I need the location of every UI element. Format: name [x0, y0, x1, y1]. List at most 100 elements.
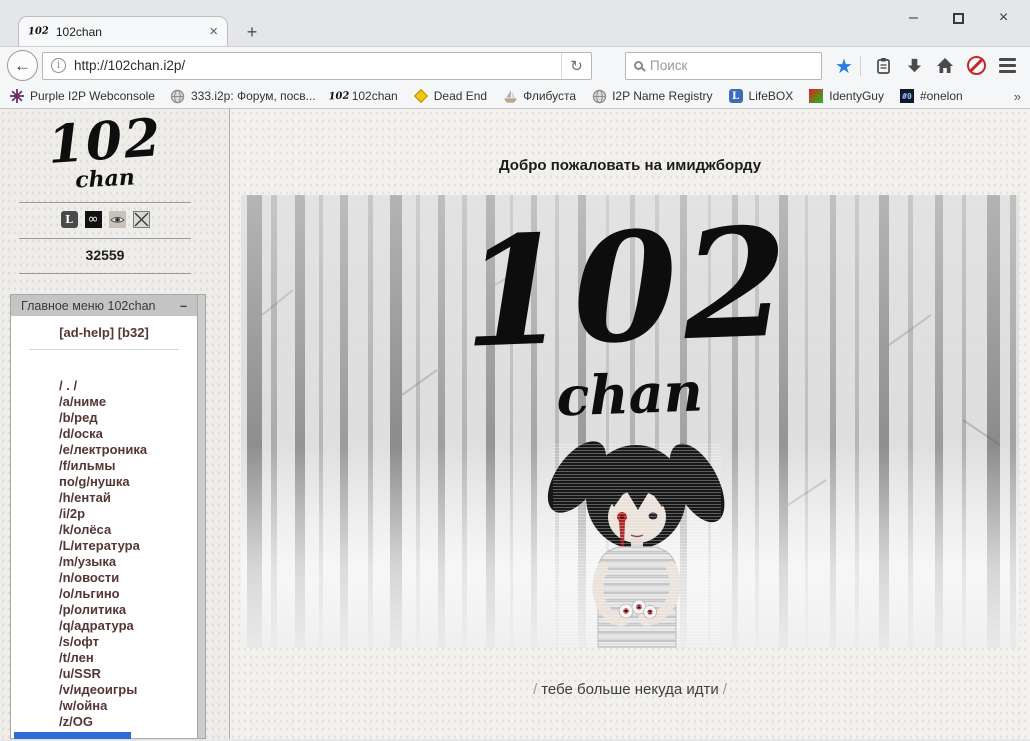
board-link[interactable]: /d/оска	[59, 426, 197, 442]
globe-icon	[591, 88, 607, 104]
clipboard-button[interactable]	[868, 50, 899, 81]
back-arrow-icon: ←	[14, 55, 31, 75]
bookmark-label: 102chan	[351, 89, 398, 103]
board-link[interactable]: /e/лектроника	[59, 442, 197, 458]
bookmark-identyguy[interactable]: IdentyGuy	[808, 88, 884, 104]
infinity-icon[interactable]: ∞	[84, 211, 102, 229]
maximize-icon	[953, 12, 964, 24]
bookmarks-toolbar: Purple I2P Webconsole 333.i2p: Форум, по…	[0, 84, 1030, 109]
site-info-icon[interactable]: i	[51, 58, 66, 73]
toolbar-separator	[859, 55, 861, 76]
globe-icon	[170, 88, 186, 104]
home-button[interactable]	[930, 50, 961, 81]
main-menu-panel: Главное меню 102chan – [ad-help] [b32] /…	[10, 294, 198, 739]
main-menu-title: Главное меню 102chan	[21, 298, 156, 313]
board-link[interactable]: /L/итература	[59, 538, 197, 554]
divider	[19, 202, 191, 204]
ad-help-link[interactable]: [ad-help]	[59, 325, 114, 340]
bookmark-label: Флибуста	[523, 89, 577, 103]
menu-button[interactable]	[992, 50, 1023, 81]
board-link[interactable]: /k/олёса	[59, 522, 197, 538]
banner-image: 102 chan	[241, 195, 1019, 648]
board-link[interactable]: /s/офт	[59, 634, 197, 650]
bookmark-label: IdentyGuy	[829, 89, 884, 103]
titlebar: 102 102chan × + – ×	[0, 0, 1030, 46]
board-link[interactable]: /m/узыка	[59, 554, 197, 570]
main-menu-header: Главное меню 102chan –	[11, 295, 197, 317]
livejournal-icon[interactable]: L	[60, 211, 78, 229]
board-link[interactable]: / . /	[59, 378, 197, 394]
clipboard-icon	[877, 58, 890, 74]
dark-square-icon: #0	[899, 88, 915, 104]
close-button[interactable]: ×	[981, 3, 1026, 33]
footer-slash: /	[722, 681, 727, 698]
board-link[interactable]: /o/льгино	[59, 586, 197, 602]
menu-top-links: [ad-help] [b32]	[11, 316, 197, 340]
board-link[interactable]: /q/адратура	[59, 618, 197, 634]
board-link[interactable]: /h/ентай	[59, 490, 197, 506]
reload-button[interactable]: ↻	[561, 52, 591, 79]
block-icon	[966, 56, 986, 75]
bookmark-onelon[interactable]: #0 #onelon	[899, 88, 963, 104]
new-tab-button[interactable]: +	[238, 20, 266, 44]
board-link[interactable]: /f/ильмы	[59, 458, 197, 474]
board-link[interactable]: /w/ойна	[59, 698, 197, 714]
board-link[interactable]: /t/лен	[59, 650, 197, 666]
back-button[interactable]: ←	[7, 50, 38, 81]
board-link[interactable]: /n/овости	[59, 570, 197, 586]
hamburger-icon	[998, 58, 1016, 73]
board-link[interactable]: /a/ниме	[59, 394, 197, 410]
ship-icon	[502, 88, 518, 104]
banner-logo-chan: chan	[555, 359, 704, 428]
b32-link[interactable]: [b32]	[118, 325, 149, 340]
board-link[interactable]: /v/идеоигры	[59, 682, 197, 698]
purple-star-icon	[9, 88, 25, 104]
navigation-toolbar: ← i ↻ ★	[0, 46, 1030, 84]
menu-scrollbar[interactable]	[198, 294, 206, 739]
board-link[interactable]: /b/ред	[59, 410, 197, 426]
search-input[interactable]	[650, 58, 827, 73]
overflow-chevron-icon[interactable]: »	[1014, 89, 1021, 104]
page-title: Добро пожаловать на имиджборду	[498, 157, 762, 174]
page-content: 102 chan L ∞ 32559 Главное меню 102chan	[0, 109, 1030, 739]
board-link[interactable]: /z/OG	[59, 714, 197, 730]
browser-tab[interactable]: 102 102chan ×	[18, 16, 228, 46]
board-link[interactable]: /u/SSR	[59, 666, 197, 682]
red-green-square-icon	[808, 88, 824, 104]
bookmark-label: 333.i2p: Форум, посв...	[190, 89, 316, 103]
eye-icon[interactable]	[108, 211, 126, 229]
board-link[interactable]: /p/олитика	[59, 602, 197, 618]
footer-tagline: / тебе больше некуда идти /	[529, 681, 731, 698]
bookmark-label: #onelon	[919, 89, 963, 103]
url-bar[interactable]: i ↻	[42, 51, 592, 80]
bookmark-i2p-name-registry[interactable]: I2P Name Registry	[591, 88, 713, 104]
search-bar[interactable]	[625, 51, 827, 80]
banner-logo-102: 102	[460, 195, 797, 382]
bookmark-333-i2p[interactable]: 333.i2p: Форум, посв...	[170, 88, 316, 104]
footer-text: тебе больше некуда идти	[541, 681, 719, 698]
bookmark-dead-end[interactable]: Dead End	[413, 88, 487, 104]
bookmark-purple-i2p[interactable]: Purple I2P Webconsole	[9, 88, 155, 104]
maximize-button[interactable]	[936, 3, 981, 33]
sidebar: 102 chan L ∞ 32559 Главное меню 102chan	[0, 109, 230, 739]
bookmark-label: Purple I2P Webconsole	[30, 89, 155, 103]
tab-close-icon[interactable]: ×	[209, 24, 218, 39]
bookmark-flibusta[interactable]: Флибуста	[502, 88, 576, 104]
board-link[interactable]: по/g/нушка	[59, 474, 197, 490]
crossed-box-icon[interactable]	[132, 211, 150, 229]
board-link[interactable]: /i/2p	[59, 506, 197, 522]
url-input[interactable]	[66, 52, 561, 79]
bookmark-star-icon[interactable]: ★	[835, 56, 853, 76]
minimize-button[interactable]: –	[891, 3, 936, 33]
downloads-button[interactable]	[899, 50, 930, 81]
content-blocker-button[interactable]	[961, 50, 992, 81]
bookmark-lifebox[interactable]: L LifeBOX	[728, 88, 793, 104]
anime-girl-illustration	[547, 441, 725, 648]
footer-slash: /	[533, 681, 538, 698]
yellow-diamond-icon	[413, 88, 429, 104]
bookmark-102chan[interactable]: 102 102chan	[328, 88, 398, 104]
collapse-minus-icon[interactable]: –	[180, 299, 187, 313]
main-menu-body: [ad-help] [b32] / . / /a/ниме /b/ред /d/…	[11, 316, 197, 738]
sidebar-icon-row: L ∞	[0, 211, 210, 229]
tab-title: 102chan	[55, 24, 102, 39]
